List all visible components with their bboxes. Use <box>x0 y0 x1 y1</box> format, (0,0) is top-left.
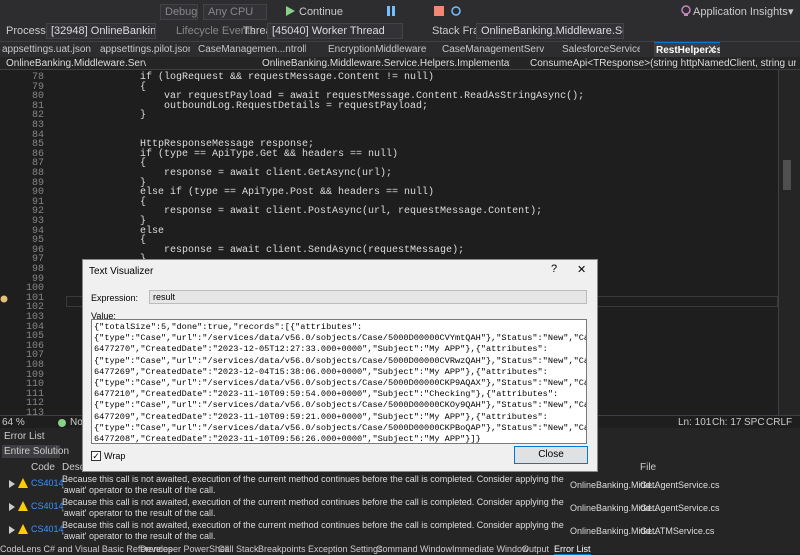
warning-icon <box>18 478 28 488</box>
platform-select[interactable]: Any CPU <box>203 4 267 20</box>
debug-location-toolbar: Process: [32948] OnlineBanking.Middlewar… <box>0 20 800 42</box>
line-number: 113 <box>25 408 44 415</box>
expression-field[interactable]: result <box>149 290 587 304</box>
bottom-tab[interactable]: Call Stack <box>218 544 259 554</box>
pause-icon[interactable] <box>386 6 396 16</box>
dialog-title: Text Visualizer <box>89 266 154 277</box>
expand-icon[interactable] <box>8 503 16 511</box>
tab-case-management-controller[interactable]: CaseManagemen...ntrollercs.cs <box>196 42 306 57</box>
bottom-tool-tabs: CodeLens C# and Visual Basic References D… <box>0 544 800 555</box>
bottom-tab[interactable]: Immediate Window <box>452 544 529 554</box>
close-tab-icon[interactable] <box>708 45 716 53</box>
play-icon[interactable] <box>285 6 295 16</box>
wrap-label: Wrap <box>104 451 126 461</box>
expand-icon[interactable] <box>8 526 16 534</box>
close-button[interactable]: Close <box>514 446 588 464</box>
application-insights-button[interactable]: Application Insights <box>693 3 788 21</box>
error-description: Because this call is not awaited, execut… <box>62 520 564 541</box>
error-list-title: Error List <box>4 431 45 442</box>
scrollbar-thumb[interactable] <box>783 160 791 190</box>
error-file[interactable]: GetAgentService.cs <box>640 503 720 513</box>
continue-button[interactable]: Continue <box>299 3 343 21</box>
process-label: Process: <box>6 25 49 37</box>
help-button[interactable]: ? <box>551 263 557 275</box>
tab-case-management-service[interactable]: CaseManagementService.cs <box>440 42 544 57</box>
tab-salesforce-service[interactable]: SalesforceService.cs <box>560 42 640 57</box>
wrap-checkbox[interactable]: ✓ <box>91 451 101 461</box>
tab-encryption-middleware[interactable]: EncryptionMiddleware.cs <box>326 42 426 57</box>
tab-appsettings-pilot[interactable]: appsettings.pilot.json <box>98 42 190 57</box>
tab-appsettings-uat[interactable]: appsettings.uat.json <box>0 42 96 57</box>
check-circle-icon <box>58 419 66 427</box>
lightbulb-icon <box>681 5 691 16</box>
error-description: Because this call is not awaited, execut… <box>62 474 564 495</box>
warning-icon <box>18 524 28 534</box>
text-visualizer-dialog: Text Visualizer ? ✕ Expression: result V… <box>82 259 598 472</box>
error-file[interactable]: GetAgentService.cs <box>640 480 720 490</box>
bottom-tab[interactable]: Error List <box>554 544 591 555</box>
bottom-tab[interactable]: Breakpoints <box>258 544 306 554</box>
warning-icon <box>18 501 28 511</box>
member-dropdown[interactable]: ConsumeApi<TResponse>(string httpNamedCl… <box>530 57 796 70</box>
thread-select[interactable]: [45040] Worker Thread <box>267 23 403 39</box>
scope-select[interactable]: Entire Solution <box>2 445 69 458</box>
expression-label: Expression: <box>91 293 139 303</box>
stop-icon[interactable] <box>434 6 444 16</box>
bottom-tab[interactable]: Developer PowerShell <box>140 544 229 554</box>
error-row[interactable]: CS4014 Because this call is not awaited, … <box>0 520 800 542</box>
error-file[interactable]: GetATMService.cs <box>640 526 714 536</box>
breakpoint-icon[interactable] <box>0 295 8 303</box>
code-line[interactable]: } <box>68 110 146 122</box>
expand-icon[interactable] <box>8 480 16 488</box>
vertical-scrollbar[interactable] <box>778 70 800 415</box>
column-file[interactable]: File <box>640 462 656 473</box>
column-code[interactable]: Code <box>31 462 55 473</box>
process-select[interactable]: [32948] OnlineBanking.Middlewar <box>46 23 156 39</box>
project-dropdown[interactable]: OnlineBanking.Middleware.Service <box>6 57 146 70</box>
error-row[interactable]: CS4014 Because this call is not awaited, … <box>0 497 800 519</box>
bottom-tab[interactable]: Command Window <box>376 544 452 554</box>
class-dropdown[interactable]: OnlineBanking.Middleware.Service.Helpers… <box>262 57 510 70</box>
insights-dropdown-icon[interactable]: ▾ <box>788 3 794 21</box>
configuration-select[interactable]: Debug <box>160 4 198 20</box>
restart-icon[interactable] <box>451 6 461 16</box>
value-textbox[interactable]: {"totalSize":5,"done":true,"records":[{"… <box>91 319 587 444</box>
document-tabs: appsettings.uat.json appsettings.pilot.j… <box>0 42 800 57</box>
close-x-icon[interactable]: ✕ <box>577 263 586 276</box>
error-code-link[interactable]: CS4014 <box>31 524 64 534</box>
error-description: Because this call is not awaited, execut… <box>62 497 564 518</box>
error-code-link[interactable]: CS4014 <box>31 478 64 488</box>
navigation-bar: OnlineBanking.Middleware.Service OnlineB… <box>0 57 800 70</box>
error-row[interactable]: CS4014 Because this call is not awaited, … <box>0 474 800 496</box>
error-code-link[interactable]: CS4014 <box>31 501 64 511</box>
bottom-tab[interactable]: Exception Settings <box>308 544 383 554</box>
bottom-tab[interactable]: Output <box>522 544 549 554</box>
stack-frame-select[interactable]: OnlineBanking.Middleware.Service.Helper <box>476 23 624 39</box>
